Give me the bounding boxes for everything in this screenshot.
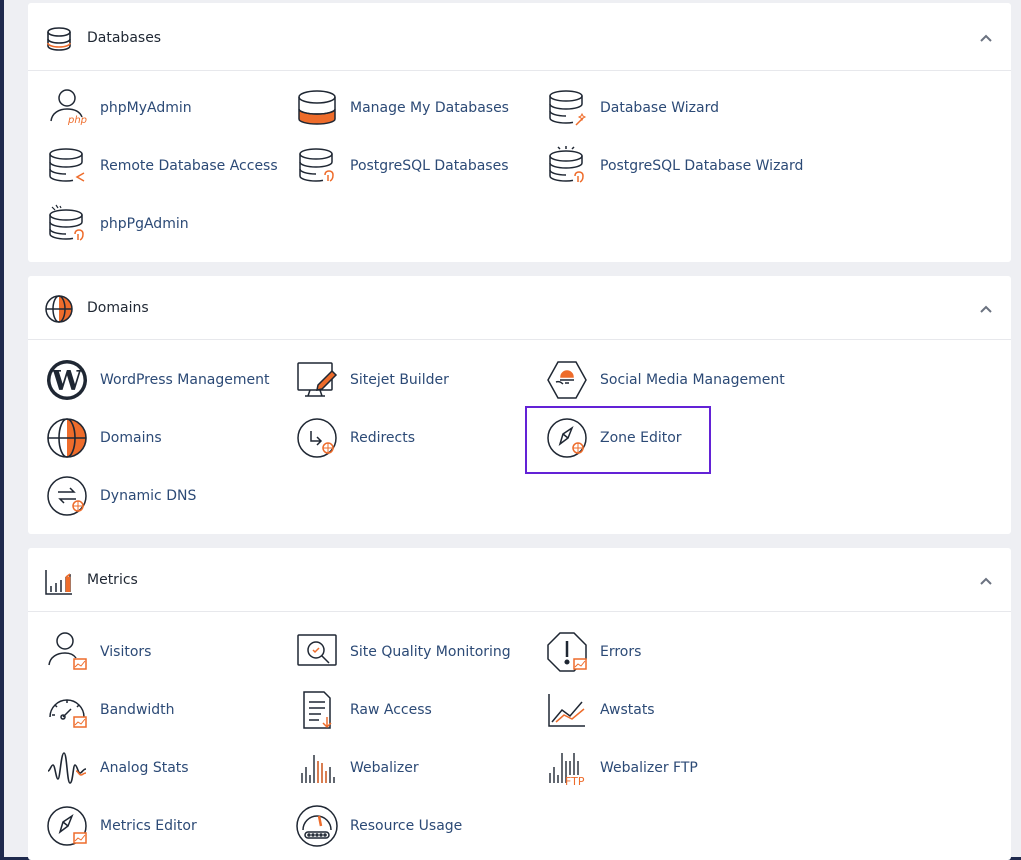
domains-title: Domains (87, 300, 149, 316)
metrics-title: Metrics (87, 572, 138, 588)
item-label: Bandwidth (100, 702, 175, 718)
awstats-icon (545, 688, 589, 732)
item-label: Sitejet Builder (350, 372, 449, 388)
item-label: Domains (100, 430, 162, 446)
sidebar-edge (0, 0, 4, 860)
postgresql-wizard-icon (545, 144, 589, 188)
chevron-up-icon[interactable] (979, 31, 993, 45)
metrics-panel: Metrics Visitors Site Quality Monitoring (28, 548, 1011, 860)
phpmyadmin-link[interactable]: php phpMyAdmin (45, 86, 192, 130)
errors-icon (545, 630, 589, 674)
bandwidth-icon (45, 688, 89, 732)
manage-databases-icon (295, 86, 339, 130)
metrics-header[interactable]: Metrics (28, 548, 1011, 612)
webalizer-link[interactable]: Webalizer (295, 746, 419, 790)
databases-panel: Databases php phpMyAdmin Manage My Datab… (28, 3, 1011, 262)
item-label: phpPgAdmin (100, 216, 189, 232)
redirects-link[interactable]: Redirects (295, 416, 415, 460)
item-label: Errors (600, 644, 642, 660)
database-wizard-icon (545, 86, 589, 130)
webalizer-ftp-link[interactable]: FTP Webalizer FTP (545, 746, 698, 790)
phppgadmin-link[interactable]: phpPgAdmin (45, 202, 189, 246)
item-label: Manage My Databases (350, 100, 509, 116)
wordpress-icon: W (45, 358, 89, 402)
webalizer-ftp-icon: FTP (545, 746, 589, 790)
item-label: Awstats (600, 702, 655, 718)
wordpress-management-link[interactable]: W WordPress Management (45, 358, 270, 402)
item-label: phpMyAdmin (100, 100, 192, 116)
phppgadmin-icon (45, 202, 89, 246)
phpmyadmin-icon: php (45, 86, 89, 130)
metrics-editor-link[interactable]: Metrics Editor (45, 804, 197, 848)
postgresql-databases-link[interactable]: PostgreSQL Databases (295, 144, 509, 188)
item-label: Site Quality Monitoring (350, 644, 511, 660)
item-label: PostgreSQL Database Wizard (600, 158, 804, 174)
social-media-management-link[interactable]: Social Media Management (545, 358, 785, 402)
globe-icon (45, 416, 89, 460)
database-icon (44, 24, 74, 54)
raw-access-icon (295, 688, 339, 732)
redirects-icon (295, 416, 339, 460)
zone-editor-highlight-box (525, 406, 711, 474)
raw-access-link[interactable]: Raw Access (295, 688, 432, 732)
social-media-icon (545, 358, 589, 402)
svg-text:W: W (51, 366, 83, 397)
item-label: Remote Database Access (100, 158, 278, 174)
domains-link[interactable]: Domains (45, 416, 162, 460)
errors-link[interactable]: Errors (545, 630, 641, 674)
domains-header[interactable]: Domains (28, 276, 1011, 340)
sitejet-builder-link[interactable]: Sitejet Builder (295, 358, 449, 402)
analog-stats-link[interactable]: Analog Stats (45, 746, 189, 790)
resource-usage-link[interactable]: Resource Usage (295, 804, 462, 848)
chevron-up-icon[interactable] (979, 574, 993, 588)
dynamic-dns-icon (45, 474, 89, 518)
site-quality-icon (295, 630, 339, 674)
visitors-icon (45, 630, 89, 674)
databases-header[interactable]: Databases (28, 3, 1011, 71)
chevron-up-icon[interactable] (979, 302, 993, 316)
bandwidth-link[interactable]: Bandwidth (45, 688, 175, 732)
item-label: Raw Access (350, 702, 432, 718)
item-label: Resource Usage (350, 818, 463, 834)
postgresql-icon (295, 144, 339, 188)
domains-panel: Domains W WordPress Management Sitejet B… (28, 276, 1011, 534)
visitors-link[interactable]: Visitors (45, 630, 151, 674)
item-label: Metrics Editor (100, 818, 197, 834)
site-quality-monitoring-link[interactable]: Site Quality Monitoring (295, 630, 511, 674)
item-label: Visitors (100, 644, 152, 660)
dynamic-dns-link[interactable]: Dynamic DNS (45, 474, 196, 518)
item-label: WordPress Management (100, 372, 270, 388)
awstats-link[interactable]: Awstats (545, 688, 655, 732)
manage-my-databases-link[interactable]: Manage My Databases (295, 86, 509, 130)
item-label: Webalizer (350, 760, 419, 776)
bar-chart-icon (44, 566, 74, 596)
svg-text:php: php (67, 115, 87, 126)
analog-stats-icon (45, 746, 89, 790)
item-label: Database Wizard (600, 100, 719, 116)
webalizer-icon (295, 746, 339, 790)
metrics-editor-icon (45, 804, 89, 848)
resource-usage-icon (295, 804, 339, 848)
svg-text:FTP: FTP (565, 775, 585, 788)
item-label: Dynamic DNS (100, 488, 197, 504)
item-label: Social Media Management (600, 372, 785, 388)
postgresql-database-wizard-link[interactable]: PostgreSQL Database Wizard (545, 144, 803, 188)
item-label: PostgreSQL Databases (350, 158, 509, 174)
remote-database-icon (45, 144, 89, 188)
sitejet-icon (295, 358, 339, 402)
item-label: Redirects (350, 430, 416, 446)
item-label: Analog Stats (100, 760, 189, 776)
remote-database-access-link[interactable]: Remote Database Access (45, 144, 278, 188)
database-wizard-link[interactable]: Database Wizard (545, 86, 719, 130)
databases-title: Databases (87, 30, 162, 46)
item-label: Webalizer FTP (600, 760, 698, 776)
globe-icon (44, 294, 74, 324)
